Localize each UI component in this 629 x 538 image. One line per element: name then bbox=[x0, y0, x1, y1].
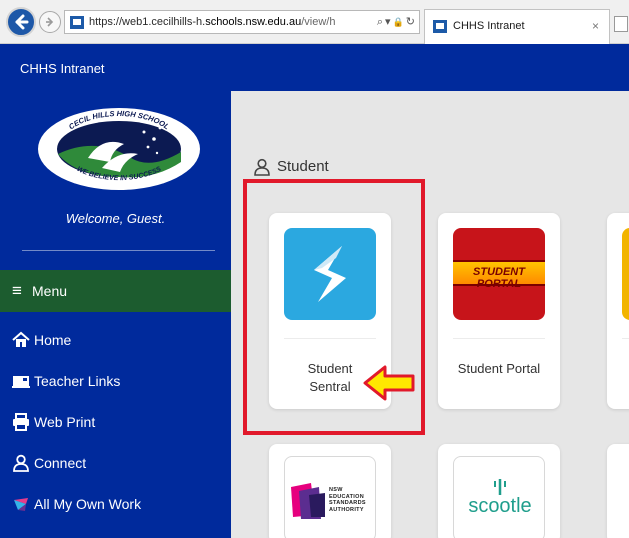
address-bar[interactable]: https://web1.cecilhills-h.schools.nsw.ed… bbox=[64, 10, 420, 34]
app-title[interactable]: CHHS Intranet bbox=[20, 61, 105, 76]
sidebar-item-home[interactable]: Home bbox=[0, 322, 231, 358]
tab-title: CHHS Intranet bbox=[453, 20, 525, 32]
home-icon bbox=[12, 331, 30, 347]
main-content: Student Student Sentral STUDENT PORTAL S… bbox=[231, 91, 629, 538]
menu-label: Menu bbox=[32, 283, 68, 299]
hamburger-icon: ≡ bbox=[12, 281, 22, 300]
sidebar-item-all-my-own-work[interactable]: All My Own Work bbox=[0, 486, 231, 522]
arrow-left-icon bbox=[15, 14, 29, 30]
sidebar-item-label: Web Print bbox=[34, 414, 96, 430]
app-card-student-portal[interactable]: STUDENT PORTAL Student Portal bbox=[438, 213, 560, 409]
scootle-logo-icon: scootle bbox=[453, 456, 545, 538]
arrow-pointer-icon bbox=[363, 365, 415, 401]
site-favicon-icon bbox=[70, 16, 84, 29]
lock-icon[interactable]: 🔒 bbox=[393, 17, 404, 28]
school-logo[interactable]: CECIL HILLS HIGH SCHOOL WE BELIEVE IN SU… bbox=[36, 106, 202, 192]
sidebar-divider bbox=[22, 250, 215, 251]
app-logo-icon bbox=[622, 228, 629, 320]
projector-icon bbox=[12, 376, 30, 388]
app-card-scootle[interactable]: scootle bbox=[438, 444, 560, 538]
card-divider bbox=[622, 338, 629, 339]
sidebar: CECIL HILLS HIGH SCHOOL WE BELIEVE IN SU… bbox=[0, 91, 231, 538]
tab-favicon-icon bbox=[433, 20, 447, 33]
sidebar-item-web-print[interactable]: Web Print bbox=[0, 404, 231, 440]
sentral-logo-icon bbox=[284, 228, 376, 320]
url-text: https://web1.cecilhills-h.schools.nsw.ed… bbox=[89, 16, 336, 28]
forward-button[interactable] bbox=[39, 11, 61, 33]
arrow-right-icon bbox=[46, 17, 54, 27]
user-icon bbox=[13, 454, 29, 472]
back-button[interactable] bbox=[6, 7, 36, 37]
app-card-partial[interactable] bbox=[607, 213, 629, 409]
new-tab-button[interactable] bbox=[614, 16, 628, 32]
dropdown-icon[interactable]: ▾ bbox=[385, 15, 391, 28]
app-card-partial-2[interactable] bbox=[607, 444, 629, 538]
address-bar-actions: ⌕ ▾ 🔒 ↻ bbox=[375, 15, 415, 29]
tab-close-icon[interactable]: × bbox=[592, 19, 599, 33]
card-divider bbox=[284, 338, 376, 339]
menu-toggle[interactable]: ≡ Menu bbox=[0, 270, 231, 312]
section-title: Student bbox=[277, 158, 329, 175]
search-icon[interactable]: ⌕ bbox=[377, 16, 383, 29]
user-icon bbox=[254, 158, 270, 176]
app-card-nesa[interactable]: NSW EDUCATION STANDARDS AUTHORITY bbox=[269, 444, 391, 538]
aim-logo-icon bbox=[14, 498, 28, 511]
sidebar-item-connect[interactable]: Connect bbox=[0, 445, 231, 481]
refresh-icon[interactable]: ↻ bbox=[406, 15, 415, 28]
sidebar-item-teacher-links[interactable]: Teacher Links bbox=[0, 363, 231, 399]
student-portal-logo-icon: STUDENT PORTAL bbox=[453, 228, 545, 320]
nesa-logo-icon: NSW EDUCATION STANDARDS AUTHORITY bbox=[284, 456, 376, 538]
sidebar-item-label: All My Own Work bbox=[34, 496, 142, 512]
welcome-text: Welcome, Guest. bbox=[65, 211, 166, 226]
app-header: CHHS Intranet bbox=[0, 44, 629, 91]
sidebar-item-label: Home bbox=[34, 332, 72, 348]
sidebar-item-label: Connect bbox=[34, 455, 87, 471]
printer-icon bbox=[13, 413, 29, 431]
browser-tab[interactable]: CHHS Intranet × bbox=[424, 9, 610, 44]
card-label: Student Portal bbox=[457, 361, 541, 376]
browser-toolbar: https://web1.cecilhills-h.schools.nsw.ed… bbox=[0, 0, 629, 44]
sidebar-item-label: Teacher Links bbox=[34, 373, 121, 389]
card-divider bbox=[453, 338, 545, 339]
